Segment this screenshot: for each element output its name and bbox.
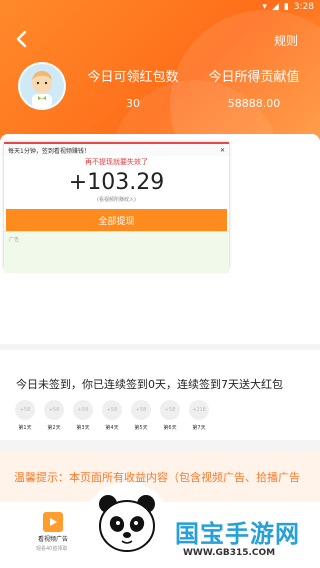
status-bar: ▾ ◢ ▮ 3:28: [0, 0, 320, 14]
popup-warning: 再不提现就要失效了: [85, 158, 148, 166]
day-reward: +58: [102, 400, 122, 420]
signin-day[interactable]: +58 第3天: [72, 400, 94, 431]
status-time: 3:28: [293, 2, 314, 12]
watch-video-label[interactable]: 看视频广告: [38, 534, 68, 543]
signin-days: +58 第1天 +58 第2天 +58 第3天 +58 第4天 +58 第5天 …: [14, 400, 210, 431]
signin-day[interactable]: +58 第2天: [43, 400, 65, 431]
withdraw-all-button[interactable]: 全部提现: [6, 209, 227, 231]
day-label: 第7天: [192, 425, 206, 431]
tip-banner: 温馨提示：本页面所有收益内容（包含视频广告、拾播广告: [0, 452, 320, 502]
ad-label: 广告: [9, 237, 20, 243]
tip-text: 温馨提示：本页面所有收益内容（包含视频广告、拾播广告: [14, 471, 300, 484]
day-label: 第2天: [47, 425, 61, 431]
rules-link[interactable]: 规则: [274, 32, 298, 49]
back-arrow-icon[interactable]: [14, 30, 30, 48]
stat-value: 30: [126, 97, 140, 110]
day-reward: +58: [15, 400, 35, 420]
watermark-title: 国宝手游网: [175, 520, 300, 548]
signin-status-text: 今日未签到，你已连续签到0天，连续签到7天送大红包: [16, 378, 283, 391]
red-packet-count-stat: 今日可领红包数 30: [78, 66, 188, 110]
day-reward: +58: [44, 400, 64, 420]
stat-value: 58888.00: [227, 97, 281, 110]
avatar: [18, 62, 66, 110]
ad-area[interactable]: 广告: [4, 231, 229, 273]
signin-day[interactable]: +58 第4天: [101, 400, 123, 431]
panda-logo-icon: [99, 495, 155, 552]
signal-icon: ◢: [271, 2, 279, 12]
popup-amount: +103.29: [68, 170, 165, 195]
popup-amount-sub: (看视频所赚收入): [97, 197, 136, 203]
boy-avatar-icon: [32, 71, 52, 108]
watermark-url: WWW.GB315.COM: [183, 548, 276, 558]
day-label: 第1天: [18, 425, 32, 431]
stat-label: 今日所得贡献值: [208, 70, 300, 85]
signin-day[interactable]: +218 第7天: [188, 400, 210, 431]
popup-top-text: 每天1分钟，签到看视频赚钱！: [8, 147, 90, 155]
popup-header: 每天1分钟，签到看视频赚钱！ ✕: [4, 144, 229, 156]
signin-day[interactable]: +58 第6天: [159, 400, 181, 431]
stat-label: 今日可领红包数: [87, 70, 179, 85]
withdraw-popup: 每天1分钟，签到看视频赚钱！ ✕ 再不提现就要失效了 +103.29 (看视频所…: [4, 142, 229, 273]
watch-video-sub: 观看40首领取: [36, 546, 68, 552]
day-label: 第5天: [134, 425, 148, 431]
signin-day[interactable]: +58 第5天: [130, 400, 152, 431]
day-reward: +58: [73, 400, 93, 420]
contribution-stat: 今日所得贡献值 58888.00: [190, 66, 318, 110]
day-label: 第6天: [163, 425, 177, 431]
day-reward: +58: [160, 400, 180, 420]
day-reward: +218: [189, 400, 209, 420]
close-icon[interactable]: ✕: [220, 147, 225, 154]
day-reward: +58: [131, 400, 151, 420]
wifi-icon: ▾: [262, 2, 267, 12]
signin-section: 今日未签到，你已连续签到0天，连续签到7天送大红包 +58 第1天 +58 第2…: [0, 350, 320, 440]
day-label: 第4天: [105, 425, 119, 431]
video-play-icon[interactable]: [43, 512, 63, 532]
battery-icon: ▮: [283, 2, 289, 12]
signin-day[interactable]: +58 第1天: [14, 400, 36, 431]
day-label: 第3天: [76, 425, 90, 431]
